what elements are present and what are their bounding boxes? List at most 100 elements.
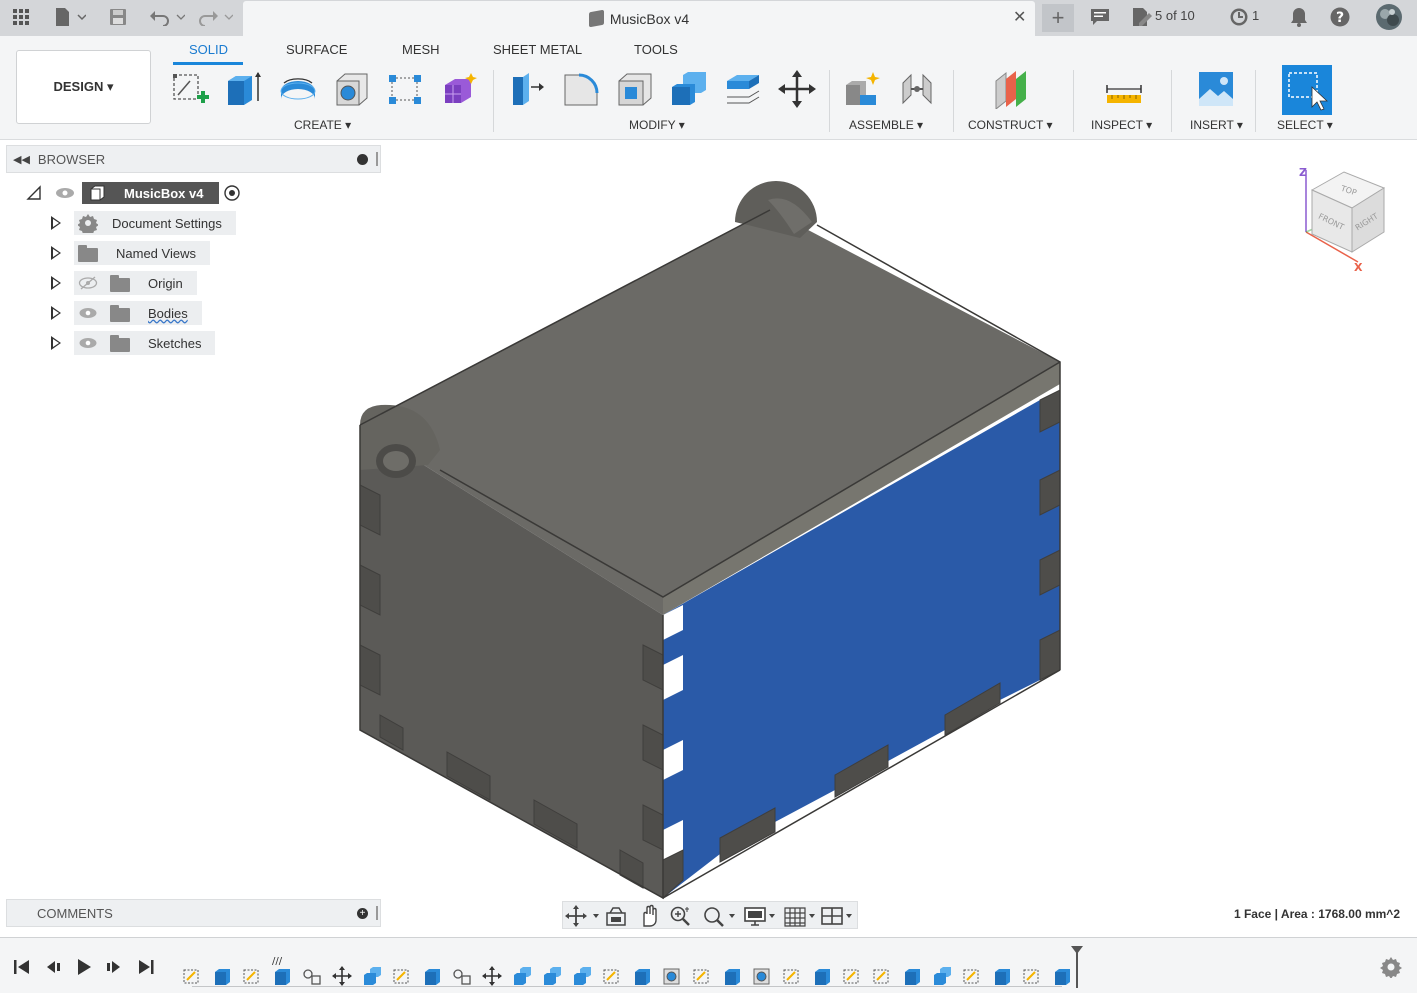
browser-minimize-icon[interactable] xyxy=(357,154,368,165)
timeline-joint-icon[interactable] xyxy=(303,969,321,985)
construct-menu[interactable]: CONSTRUCT ▾ xyxy=(968,118,1052,132)
timeline-sketch-icon[interactable] xyxy=(393,969,409,984)
timeline-sketch-icon[interactable] xyxy=(693,969,709,984)
save-icon[interactable] xyxy=(107,6,129,28)
shell-icon[interactable] xyxy=(614,68,656,110)
pan-hand-icon[interactable] xyxy=(638,904,660,928)
timeline-settings-gear-icon[interactable] xyxy=(1380,956,1402,978)
new-component-icon[interactable] xyxy=(842,68,884,110)
expand-triangle-icon[interactable] xyxy=(51,246,61,260)
go-to-end-icon[interactable] xyxy=(136,958,156,976)
timeline-extrude-icon[interactable] xyxy=(275,969,290,985)
file-menu-icon[interactable] xyxy=(52,6,88,28)
user-avatar[interactable] xyxy=(1375,3,1403,31)
insert-menu[interactable]: INSERT ▾ xyxy=(1190,118,1243,132)
expand-triangle-icon[interactable] xyxy=(51,336,61,350)
new-tab-button[interactable]: + xyxy=(1042,4,1074,32)
add-comment-icon[interactable]: + xyxy=(357,908,368,919)
move-copy-icon[interactable] xyxy=(776,68,818,110)
go-to-start-icon[interactable] xyxy=(12,958,32,976)
play-icon[interactable] xyxy=(74,958,94,976)
timeline-extrude-icon[interactable] xyxy=(1055,969,1070,985)
hole-icon[interactable] xyxy=(331,68,373,110)
viewcube[interactable]: TOP FRONT RIGHT Z X xyxy=(1296,162,1396,274)
tab-solid[interactable]: SOLID xyxy=(189,42,228,57)
timeline-combine-icon[interactable] xyxy=(514,967,531,985)
timeline-extrude-icon[interactable] xyxy=(995,969,1010,985)
tab-tools[interactable]: TOOLS xyxy=(634,42,678,57)
timeline-sketch-icon[interactable] xyxy=(183,969,199,984)
tab-surface[interactable]: SURFACE xyxy=(286,42,347,57)
timeline-joint-icon[interactable] xyxy=(453,969,471,985)
offset-face-icon[interactable] xyxy=(722,68,764,110)
extrude-icon[interactable] xyxy=(223,68,265,110)
tab-mesh[interactable]: MESH xyxy=(402,42,440,57)
close-tab-icon[interactable]: ✕ xyxy=(1013,7,1026,27)
timeline-sketch-icon[interactable] xyxy=(603,969,619,984)
expand-triangle-icon[interactable] xyxy=(51,216,61,230)
step-forward-icon[interactable] xyxy=(104,958,124,976)
comments-panel-header[interactable]: COMMENTS + xyxy=(6,899,381,927)
timeline-extrude-icon[interactable] xyxy=(815,969,830,985)
browser-item-named-views[interactable]: Named Views xyxy=(48,241,210,265)
zoom-window-icon[interactable] xyxy=(701,905,737,927)
browser-item-bodies[interactable]: Bodies xyxy=(48,301,202,325)
document-tab[interactable]: MusicBox v4 xyxy=(243,1,1035,36)
orbit-icon[interactable] xyxy=(565,905,601,927)
select-menu[interactable]: SELECT ▾ xyxy=(1277,118,1333,132)
bell-icon[interactable] xyxy=(1288,6,1310,28)
press-pull-icon[interactable] xyxy=(506,68,548,110)
timeline-sketch-icon[interactable] xyxy=(873,969,889,984)
timeline-extrude-icon[interactable] xyxy=(725,969,740,985)
timeline-marker[interactable] xyxy=(1076,950,1078,988)
combine-icon[interactable] xyxy=(668,68,710,110)
redo-icon[interactable] xyxy=(196,6,234,28)
timeline-combine-icon[interactable] xyxy=(934,967,951,985)
grid-settings-icon[interactable] xyxy=(783,905,819,927)
comments-pin-icon[interactable] xyxy=(376,906,378,920)
select-tool-icon[interactable] xyxy=(1282,65,1332,115)
assemble-menu[interactable]: ASSEMBLE ▾ xyxy=(849,118,923,132)
insert-image-icon[interactable] xyxy=(1195,68,1237,110)
undo-icon[interactable] xyxy=(148,6,186,28)
timeline-combine-icon[interactable] xyxy=(364,967,381,985)
timeline-extrude-icon[interactable] xyxy=(635,969,650,985)
clock-icon[interactable] xyxy=(1228,6,1250,28)
timeline-sketch-icon[interactable] xyxy=(843,969,859,984)
expand-triangle-icon[interactable] xyxy=(51,306,61,320)
timeline-track[interactable]: /// xyxy=(182,956,1082,988)
timeline-hole-icon[interactable] xyxy=(753,968,770,985)
collapse-browser-icon[interactable]: ◀◀ xyxy=(13,153,30,166)
workspace-switcher[interactable]: DESIGN ▾ xyxy=(16,50,151,124)
step-back-icon[interactable] xyxy=(43,958,63,976)
browser-item-origin[interactable]: Origin xyxy=(48,271,197,295)
browser-item-document-settings[interactable]: Document Settings xyxy=(48,211,236,235)
visibility-eye-icon[interactable] xyxy=(54,186,76,200)
modify-menu[interactable]: MODIFY ▾ xyxy=(629,118,685,132)
browser-panel-header[interactable]: ◀◀ BROWSER xyxy=(6,145,381,173)
create-sketch-icon[interactable] xyxy=(169,68,211,110)
activate-radio-icon[interactable] xyxy=(223,184,241,202)
create-menu[interactable]: CREATE ▾ xyxy=(294,118,351,132)
offset-plane-icon[interactable] xyxy=(991,68,1033,110)
measure-icon[interactable] xyxy=(1103,68,1145,110)
look-at-icon[interactable] xyxy=(605,905,627,927)
timeline-sketch-icon[interactable] xyxy=(783,969,799,984)
job-status-icon[interactable] xyxy=(1130,6,1154,28)
timeline-extrude-icon[interactable] xyxy=(905,969,920,985)
joint-icon[interactable] xyxy=(896,68,938,110)
revolve-icon[interactable] xyxy=(277,68,319,110)
collapse-triangle-icon[interactable] xyxy=(26,185,42,201)
expand-triangle-icon[interactable] xyxy=(51,276,61,290)
timeline-sketch-icon[interactable] xyxy=(1023,969,1039,984)
job-status-text[interactable]: 5 of 10 xyxy=(1155,8,1195,23)
inspect-menu[interactable]: INSPECT ▾ xyxy=(1091,118,1152,132)
zoom-icon[interactable] xyxy=(669,905,693,927)
timeline-extrude-icon[interactable] xyxy=(215,969,230,985)
create-form-icon[interactable] xyxy=(438,68,480,110)
timeline-extrude-icon[interactable] xyxy=(425,969,440,985)
visibility-eye-icon[interactable] xyxy=(78,306,98,320)
fillet-icon[interactable] xyxy=(560,68,602,110)
display-settings-icon[interactable] xyxy=(743,905,779,927)
3d-viewport[interactable] xyxy=(0,141,1417,937)
